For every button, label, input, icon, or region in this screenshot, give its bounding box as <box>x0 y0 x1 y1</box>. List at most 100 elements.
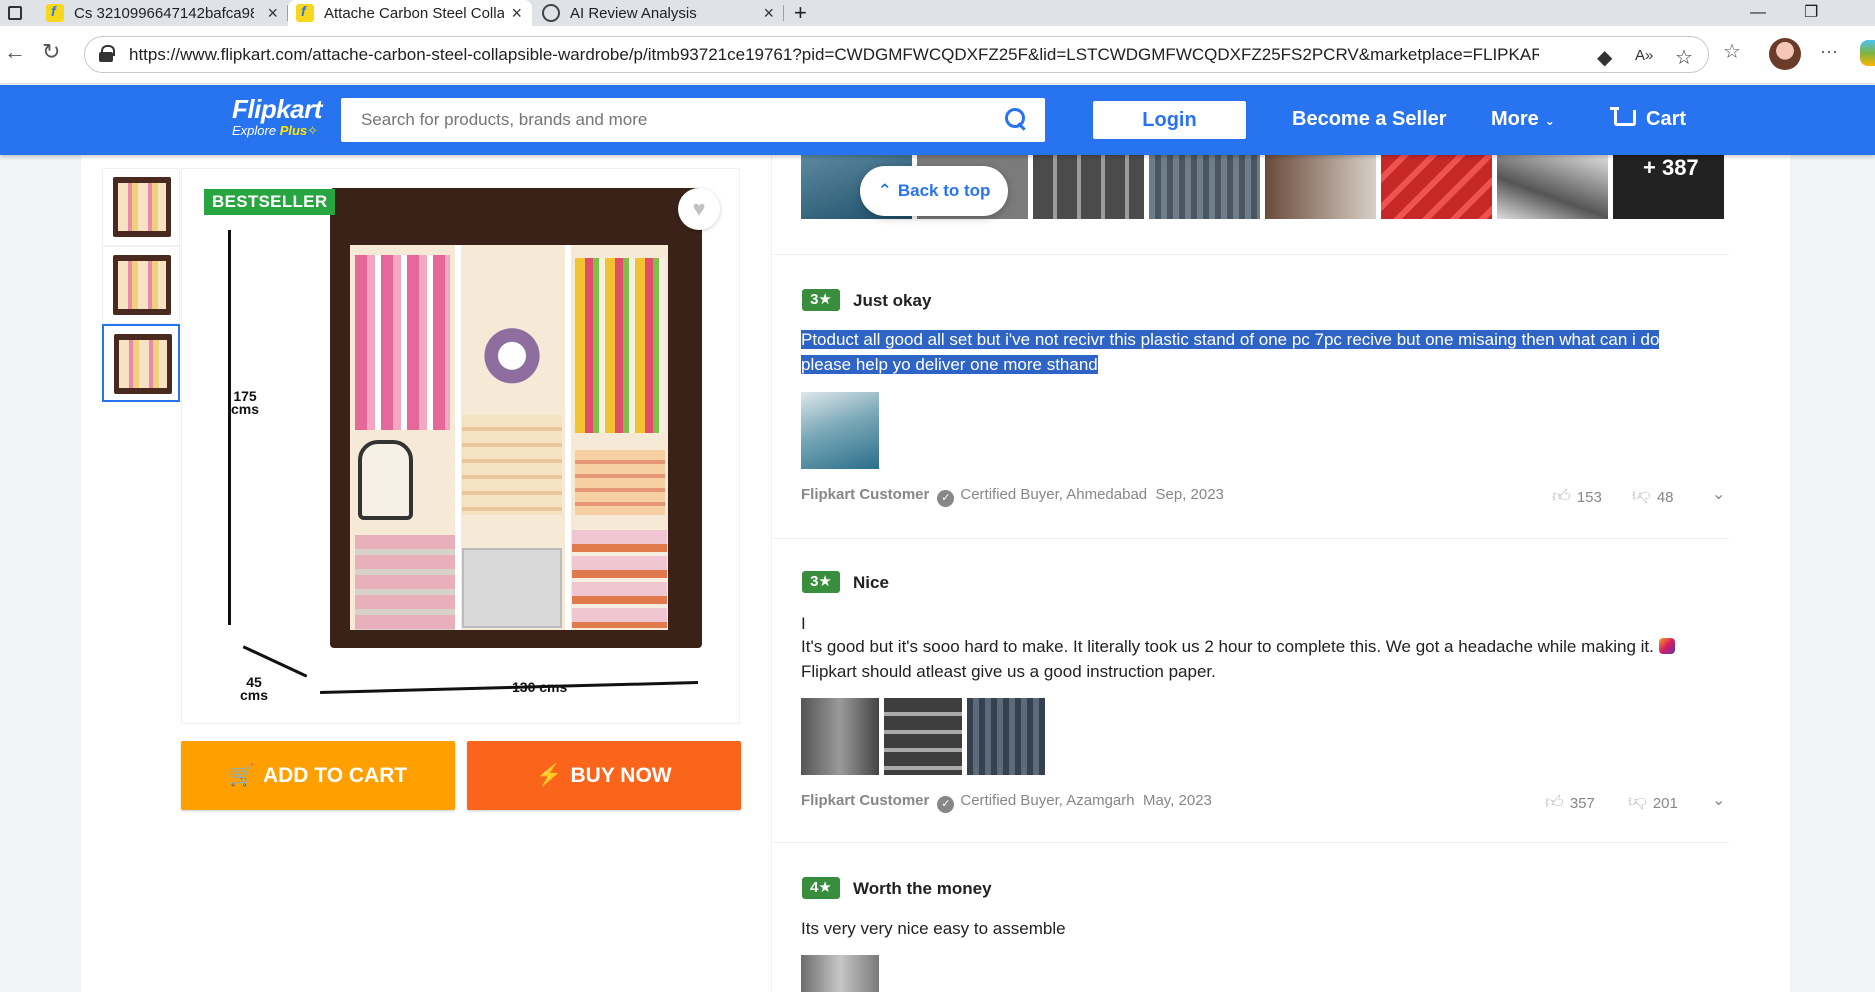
width-dimension-label: 130 cms <box>512 679 568 695</box>
certified-check-icon: ✓ <box>937 490 955 507</box>
review-photo[interactable] <box>801 698 879 775</box>
read-aloud-icon[interactable]: A» <box>1635 47 1653 64</box>
review-text-line: Ptoduct all good all set but i've not re… <box>801 327 1660 352</box>
review-text-line: Flipkart should atleast give us a good i… <box>801 662 1216 681</box>
review-date: Sep, 2023 <box>1155 486 1224 503</box>
divider <box>771 538 1729 539</box>
browser-toolbar: ← ↻ https://www.flipkart.com/attache-car… <box>0 26 1875 84</box>
flipkart-logo[interactable]: Flipkart Explore Plus✧ <box>232 94 322 139</box>
wardrobe-thumbnail-image <box>113 177 171 237</box>
favorites-icon[interactable]: ☆ <box>1723 39 1741 64</box>
cart-label: Cart <box>1646 108 1687 130</box>
dislike-count: 201 <box>1652 795 1678 812</box>
height-dimension-label: 175 cms <box>231 389 259 416</box>
back-to-top-button[interactable]: ⌃ Back to top <box>860 166 1008 216</box>
become-seller-link[interactable]: Become a Seller <box>1292 108 1447 131</box>
wardrobe-thumbnail-image <box>113 255 171 315</box>
review-text: It's good but it's sooo hard to make. It… <box>801 637 1654 656</box>
thumbnail-1[interactable] <box>102 168 180 246</box>
close-tab-icon[interactable]: × <box>511 3 522 24</box>
bestseller-badge: BESTSELLER <box>204 189 336 215</box>
review-title: Nice <box>853 573 889 592</box>
thumbnail-2[interactable] <box>102 246 180 324</box>
more-images-count: + 387 <box>1643 155 1699 180</box>
copilot-icon[interactable] <box>1860 40 1875 66</box>
flipkart-favicon-icon <box>296 3 314 22</box>
search-bar <box>341 98 1045 142</box>
avatar[interactable] <box>1769 38 1801 70</box>
review-image[interactable] <box>1149 155 1260 219</box>
review-image[interactable] <box>1497 155 1608 219</box>
close-tab-icon[interactable]: × <box>763 3 774 24</box>
minimize-button[interactable]: — <box>1750 0 1766 26</box>
tag-icon[interactable]: ◆ <box>1597 45 1612 70</box>
thumbnail-3-selected[interactable] <box>102 324 180 402</box>
cart-link[interactable]: Cart <box>1610 107 1687 131</box>
lock-icon[interactable] <box>99 45 115 62</box>
browser-tab-strip: Cs 3210996647142bafca984c4297 × Attache … <box>0 0 1875 26</box>
logo-sub-explore: Explore <box>232 123 277 138</box>
depth-dimension-label: 45 cms <box>240 675 268 702</box>
handbag <box>358 440 413 520</box>
chevron-down-icon[interactable]: ⌄ <box>1712 790 1725 810</box>
tab-flipkart-cs[interactable]: Cs 3210996647142bafca984c4297 × <box>38 0 288 26</box>
search-icon[interactable] <box>1005 108 1027 130</box>
tab-actions-button[interactable] <box>0 0 30 26</box>
favorite-star-icon[interactable]: ☆ <box>1675 45 1693 70</box>
back-to-top-label: Back to top <box>897 181 991 200</box>
plush-toy <box>462 318 562 402</box>
like-button[interactable]: 👍︎ 357 <box>1545 791 1595 813</box>
dislike-button[interactable]: 👍︎ 48 <box>1632 485 1674 507</box>
selected-text: please help yo deliver one more sthand <box>801 355 1098 374</box>
login-button[interactable]: Login <box>1093 101 1246 139</box>
image-thumbnails <box>102 168 180 402</box>
add-to-cart-button[interactable]: 🛒 ADD TO CART <box>181 741 455 810</box>
tab-label: AI Review Analysis <box>570 4 697 22</box>
divider <box>771 254 1729 255</box>
tab-ai-review[interactable]: AI Review Analysis × <box>534 0 784 26</box>
refresh-icon[interactable]: ↻ <box>42 39 60 65</box>
back-arrow-icon[interactable]: ← <box>4 39 26 65</box>
review-image[interactable] <box>1265 155 1376 219</box>
plus-icon: ✧ <box>307 123 319 138</box>
lightning-icon: ⚡ <box>536 763 563 787</box>
review-photo[interactable] <box>967 698 1045 775</box>
review-image[interactable] <box>1033 155 1144 219</box>
add-to-cart-label: ADD TO CART <box>262 763 408 787</box>
review-photo[interactable] <box>801 955 879 992</box>
settings-more-icon[interactable]: ··· <box>1820 41 1838 62</box>
flipkart-favicon-icon <box>46 3 64 22</box>
more-menu[interactable]: More ⌄ <box>1491 108 1555 131</box>
tab-attache-wardrobe[interactable]: Attache Carbon Steel Collapsible × <box>288 0 532 26</box>
buy-now-button[interactable]: ⚡ BUY NOW <box>467 741 741 810</box>
review-image[interactable] <box>1381 155 1492 219</box>
shelf-pole <box>455 245 461 630</box>
new-tab-button[interactable]: + <box>786 0 816 26</box>
review-text-line: please help yo deliver one more sthand <box>801 352 1098 377</box>
wishlist-heart-icon[interactable]: ♥ <box>678 188 720 230</box>
like-button[interactable]: 👍︎ 153 <box>1552 485 1602 507</box>
chevron-down-icon[interactable]: ⌄ <box>1712 484 1725 504</box>
review-text-line: I <box>801 614 806 633</box>
review-meta: Flipkart Customer ✓ Certified Buyer, Azamg… <box>801 792 1212 813</box>
shelf-pole <box>565 245 571 630</box>
review-photo[interactable] <box>801 392 879 469</box>
dislike-button[interactable]: 👍︎ 201 <box>1628 791 1678 813</box>
close-tab-icon[interactable]: × <box>267 3 278 24</box>
buy-now-label: BUY NOW <box>570 763 672 787</box>
review-photo[interactable] <box>884 698 962 775</box>
search-input[interactable] <box>361 110 1001 130</box>
dislike-count: 48 <box>1656 489 1674 506</box>
cart-icon: 🛒 <box>228 763 255 787</box>
review-title: Worth the money <box>853 879 992 898</box>
like-count: 153 <box>1576 489 1602 506</box>
review-meta: Flipkart Customer ✓ Certified Buyer, Ahmed… <box>801 486 1224 507</box>
chevron-down-icon: ⌄ <box>1544 114 1555 128</box>
hanging-clothes-right <box>575 258 665 433</box>
thumbs-up-icon: 👍︎ <box>1545 792 1564 812</box>
restore-button[interactable]: ❐ <box>1804 0 1818 26</box>
flipkart-header: Flipkart Explore Plus✧ Login Become a Se… <box>0 85 1875 155</box>
bottom-shelf-right <box>572 530 667 628</box>
url-text: https://www.flipkart.com/attache-carbon-… <box>129 44 1539 64</box>
address-bar[interactable]: https://www.flipkart.com/attache-carbon-… <box>84 36 1709 73</box>
